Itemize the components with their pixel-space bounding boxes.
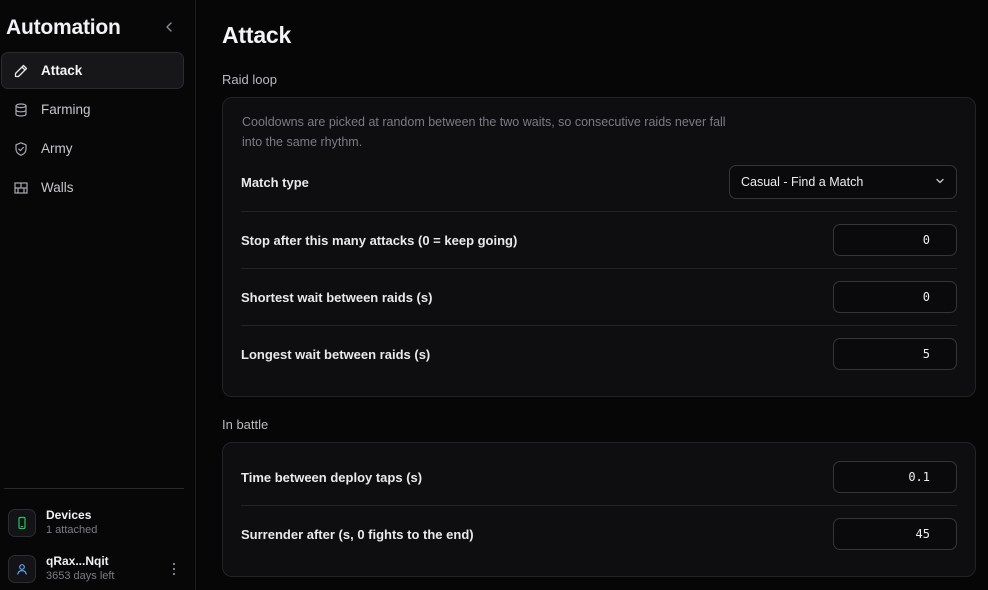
stop-after-row: Stop after this many attacks (0 = keep g… [241,224,957,256]
row-divider [241,325,957,326]
raid-loop-hint: Cooldowns are picked at random between t… [242,115,726,149]
pencil-icon [13,63,29,79]
sidebar-item-label: Attack [41,63,83,78]
chevron-down-icon [934,175,946,190]
shield-check-icon [13,141,29,157]
surrender-after-label: Surrender after (s, 0 fights to the end) [241,526,474,542]
page-title: Attack [222,22,292,48]
longest-wait-row: Longest wait between raids (s) [241,338,957,370]
sidebar-item-army[interactable]: Army [1,130,184,167]
sidebar-item-label: Farming [41,102,91,117]
bricks-icon [13,180,29,196]
account-subtitle: 3653 days left [46,570,115,582]
devices-title: Devices [46,508,92,522]
sidebar-item-farming[interactable]: Farming [1,91,184,128]
database-icon [13,102,29,118]
match-type-label: Match type [241,174,309,190]
sidebar-divider [4,488,184,489]
match-type-select[interactable]: Casual - Find a Match [729,165,957,199]
surrender-after-input[interactable] [833,518,957,550]
match-type-row: Match type Casual - Find a Match [241,165,957,199]
devices-card[interactable]: Devices 1 attached [8,507,188,539]
longest-wait-label: Longest wait between raids (s) [241,346,431,362]
row-divider [241,505,957,506]
user-icon [8,555,36,583]
smartphone-icon [8,509,36,537]
deploy-taps-input[interactable] [833,461,957,493]
main-content: Attack Raid loop Cooldowns are picked at… [196,0,988,590]
match-type-value: Casual - Find a Match [741,175,864,189]
sidebar-item-label: Army [41,141,73,156]
shortest-wait-input[interactable] [833,281,957,313]
shortest-wait-row: Shortest wait between raids (s) [241,281,957,313]
section-label-in-battle: In battle [222,417,269,432]
collapse-sidebar-icon[interactable] [161,19,177,35]
account-card[interactable]: qRax...Nqit 3653 days left [8,553,188,585]
section-label-raid-loop: Raid loop [222,72,277,87]
surrender-after-row: Surrender after (s, 0 fights to the end) [241,518,957,550]
raid-loop-panel: Cooldowns are picked at random between t… [222,97,976,397]
more-vertical-icon[interactable] [169,560,179,578]
stop-after-label: Stop after this many attacks (0 = keep g… [241,232,518,248]
sidebar-item-label: Walls [41,180,74,195]
sidebar-item-walls[interactable]: Walls [1,169,184,206]
in-battle-panel: Time between deploy taps (s) Surrender a… [222,442,976,577]
sidebar-header: Automation [6,14,186,42]
shortest-wait-label: Shortest wait between raids (s) [241,289,433,305]
account-name: qRax...Nqit [46,554,109,568]
longest-wait-input[interactable] [833,338,957,370]
sidebar-nav: Attack Farming Army Walls [1,52,184,208]
deploy-taps-row: Time between deploy taps (s) [241,461,957,493]
deploy-taps-label: Time between deploy taps (s) [241,469,423,485]
sidebar-title: Automation [6,16,121,39]
row-divider [241,211,957,212]
sidebar-item-attack[interactable]: Attack [1,52,184,89]
devices-subtitle: 1 attached [46,524,98,536]
row-divider [241,268,957,269]
stop-after-input[interactable] [833,224,957,256]
sidebar: Automation Attack Farming Army Walls Dev… [0,0,196,590]
